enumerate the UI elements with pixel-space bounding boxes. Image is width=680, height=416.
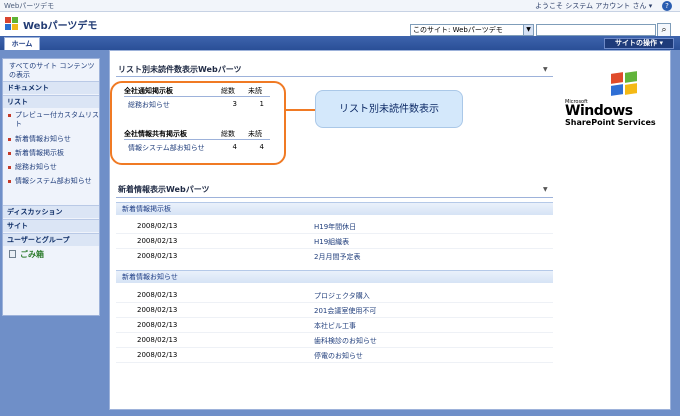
recycle-bin-icon	[9, 250, 16, 258]
row-divider	[116, 248, 553, 249]
callout-label: リスト別未読件数表示	[315, 90, 463, 128]
view-all-content-link[interactable]: すべてのサイト コンテンツの表示	[3, 62, 99, 80]
windows-flag-icon	[611, 71, 639, 96]
top-bar: Webパーツデモ ようこそ システム アカウント さん ▾ ?	[0, 0, 680, 12]
webpart-menu-icon[interactable]: ▼	[543, 66, 548, 73]
row-divider	[116, 233, 553, 234]
site-breadcrumb[interactable]: Webパーツデモ	[4, 1, 54, 11]
news-title-link[interactable]: 201会議室使用不可	[314, 306, 376, 316]
news-date: 2008/02/13	[137, 351, 178, 359]
webpart-divider	[116, 197, 553, 198]
group-header: 新着情報お知らせ	[116, 270, 553, 283]
site-title[interactable]: Webパーツデモ	[23, 17, 97, 32]
search-input[interactable]	[536, 24, 656, 36]
recycle-bin-link[interactable]: ごみ箱	[9, 249, 99, 260]
news-date: 2008/02/13	[137, 291, 178, 299]
news-date: 2008/02/13	[137, 252, 178, 260]
highlight-box	[110, 81, 286, 165]
news-date: 2008/02/13	[137, 237, 178, 245]
news-date: 2008/02/13	[137, 306, 178, 314]
bullet-icon	[8, 180, 11, 183]
news-title-link[interactable]: 停電のお知らせ	[314, 351, 363, 361]
quicklaunch-sites[interactable]: サイト	[3, 219, 99, 232]
row-divider	[116, 362, 553, 363]
news-title-link[interactable]: 本社ビル工事	[314, 321, 356, 331]
bullet-icon	[8, 138, 11, 141]
site-header: Webパーツデモ このサイト: Webパーツデモ ▼ ⌕	[0, 12, 680, 37]
tab-home[interactable]: ホーム	[4, 37, 40, 50]
quicklaunch-discussions[interactable]: ディスカッション	[3, 205, 99, 218]
callout-connector	[286, 109, 315, 111]
news-title-link[interactable]: プロジェクタ購入	[314, 291, 370, 301]
news-date: 2008/02/13	[137, 336, 178, 344]
news-title-link[interactable]: 2月月間予定表	[314, 252, 360, 262]
logo-sharepoint: SharePoint Services	[565, 118, 656, 127]
bullet-icon	[8, 166, 11, 169]
search-icon[interactable]: ⌕	[657, 23, 671, 37]
row-divider	[116, 302, 553, 303]
news-title-link[interactable]: 歯科検診のお知らせ	[314, 336, 377, 346]
quicklaunch-lists[interactable]: リスト	[3, 95, 99, 108]
quick-launch: すべてのサイト コンテンツの表示 ドキュメント リスト プレビュー付カスタムリス…	[2, 58, 100, 316]
quicklaunch-list-item[interactable]: 新着情報掲示板	[3, 149, 99, 158]
search-scope-select[interactable]: このサイト: Webパーツデモ ▼	[410, 24, 534, 36]
news-date: 2008/02/13	[137, 321, 178, 329]
quicklaunch-list-item[interactable]: 情報システム部お知らせ	[3, 177, 99, 186]
quicklaunch-list-item[interactable]: プレビュー付カスタムリスト	[3, 111, 99, 129]
quicklaunch-people[interactable]: ユーザーとグループ	[3, 233, 99, 246]
bullet-icon	[8, 152, 11, 155]
help-icon[interactable]: ?	[662, 1, 672, 11]
news-part-title: 新着情報表示Webパーツ	[118, 185, 210, 194]
webpart-menu-icon[interactable]: ▼	[543, 186, 548, 193]
news-title-link[interactable]: H19組織表	[314, 237, 349, 247]
row-divider	[116, 347, 553, 348]
unread-part-title: リスト別未読件数表示Webパーツ	[118, 65, 242, 74]
windows-sharepoint-logo: Microsoft Windows SharePoint Services	[565, 71, 665, 132]
left-navigation: すべてのサイト コンテンツの表示 ドキュメント リスト プレビュー付カスタムリス…	[0, 50, 102, 416]
logo-windows: Windows	[565, 103, 633, 119]
bullet-icon	[8, 114, 11, 117]
site-actions-menu[interactable]: サイトの操作 ▾	[604, 38, 674, 49]
news-date: 2008/02/13	[137, 222, 178, 230]
site-logo-icon	[5, 17, 19, 31]
row-divider	[116, 317, 553, 318]
top-nav: ホーム サイトの操作 ▾	[0, 36, 680, 50]
news-title-link[interactable]: H19年間休日	[314, 222, 356, 232]
webpart-divider	[116, 76, 553, 77]
group-header: 新着情報掲示板	[116, 202, 553, 215]
row-divider	[116, 332, 553, 333]
chevron-down-icon[interactable]: ▼	[523, 25, 533, 35]
welcome-menu[interactable]: ようこそ システム アカウント さん ▾	[535, 1, 652, 11]
quicklaunch-list-item[interactable]: 新着情報お知らせ	[3, 135, 99, 144]
quicklaunch-list-item[interactable]: 総務お知らせ	[3, 163, 99, 172]
quicklaunch-documents[interactable]: ドキュメント	[3, 81, 99, 94]
search-scope-value: このサイト: Webパーツデモ	[413, 26, 503, 34]
